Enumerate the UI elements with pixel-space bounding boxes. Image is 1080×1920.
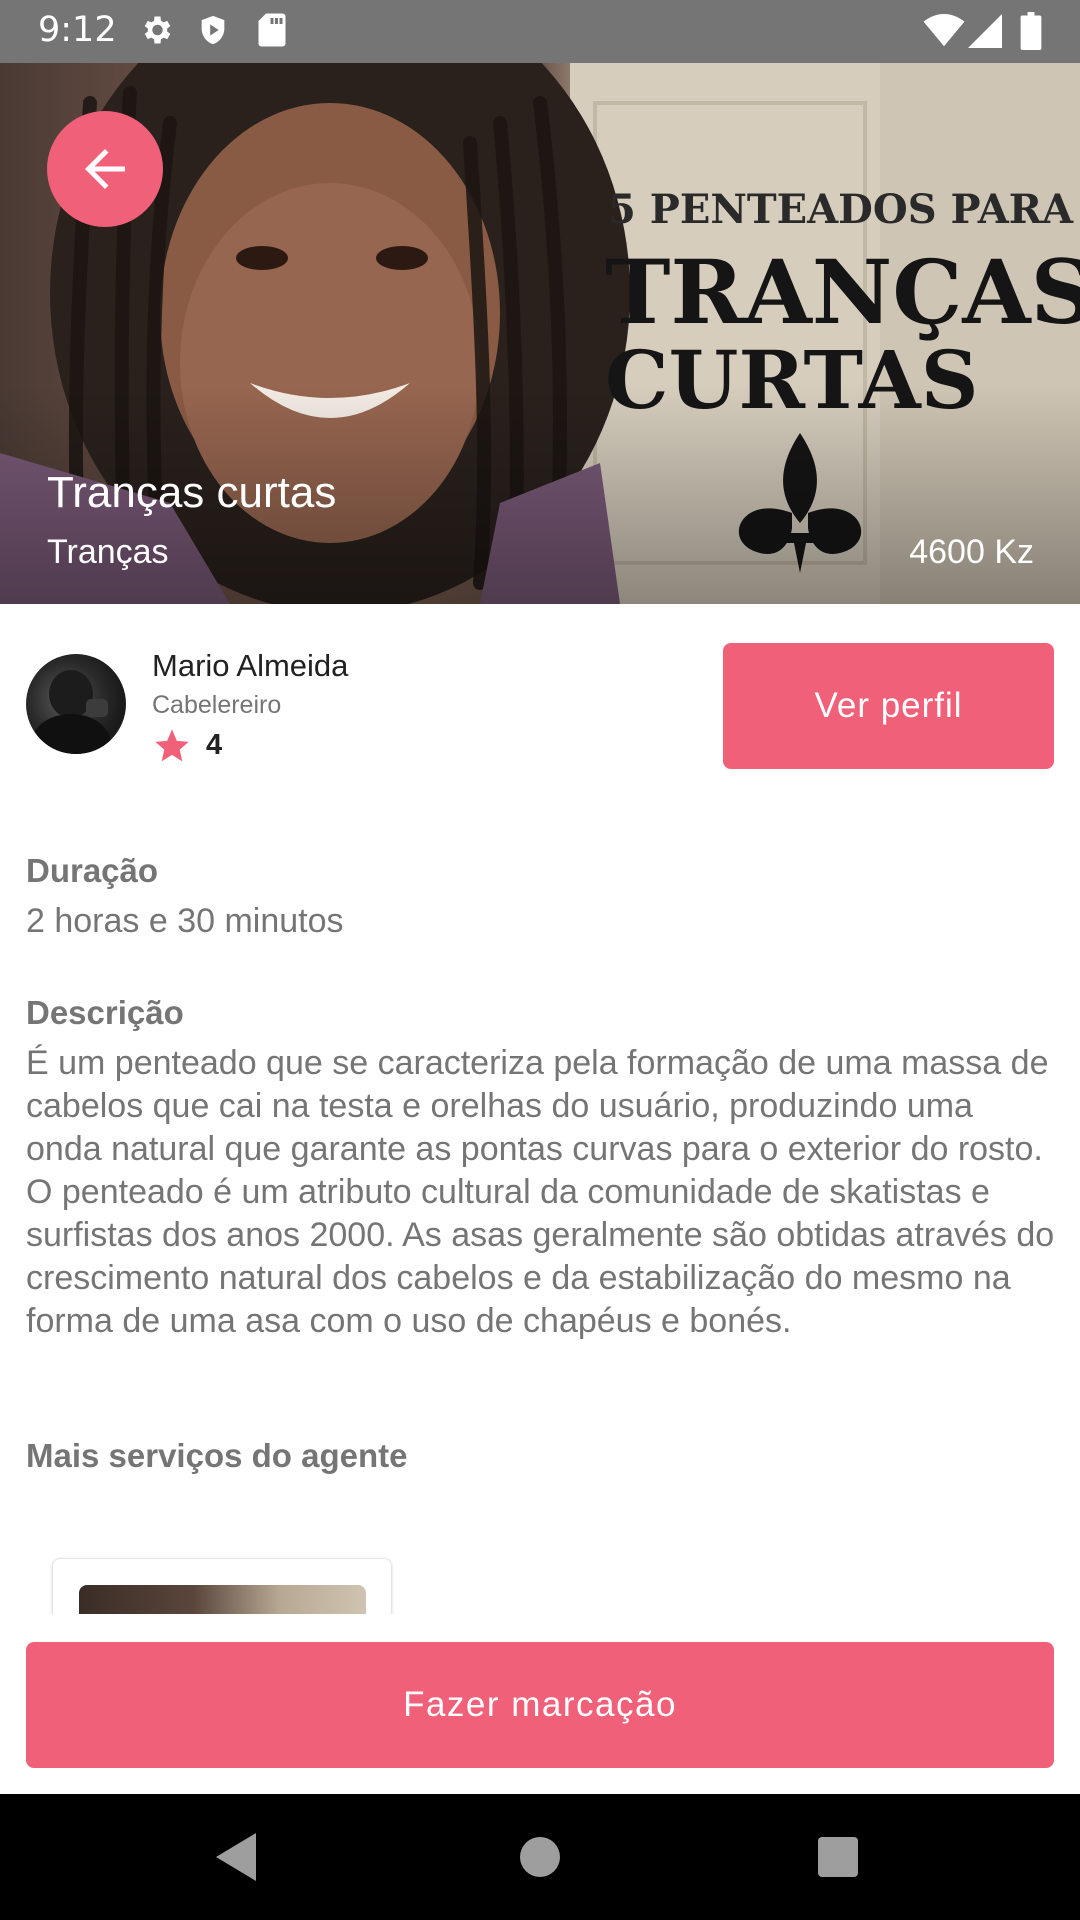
service-category: Tranças <box>47 533 169 571</box>
nav-recents-icon <box>818 1837 858 1877</box>
avatar[interactable] <box>26 654 126 754</box>
agent-role: Cabelereiro <box>152 691 282 719</box>
description-label: Descrição <box>26 994 184 1031</box>
shield-icon <box>201 15 225 45</box>
navigation-bar <box>0 1794 1080 1920</box>
hero-image-line1: 5 PENTEADOS PARA <box>608 186 1074 233</box>
nav-home-icon <box>520 1837 560 1877</box>
nav-back-button[interactable] <box>178 1794 298 1920</box>
battery-icon <box>1020 12 1042 50</box>
gear-icon <box>144 16 171 44</box>
service-title: Tranças curtas <box>47 468 337 517</box>
status-time: 9:12 <box>38 10 117 50</box>
book-appointment-button[interactable]: Fazer marcação <box>26 1642 1054 1768</box>
more-services-list <box>0 1540 1080 1614</box>
service-card[interactable] <box>52 1558 392 1614</box>
sd-card-icon <box>258 13 286 47</box>
agent-name: Mario Almeida <box>152 648 349 683</box>
duration-label: Duração <box>26 852 159 889</box>
hero-image: 5 PENTEADOS PARA TRANÇAS CURTAS Tranças … <box>0 63 1080 604</box>
back-button[interactable] <box>47 111 163 227</box>
view-profile-button[interactable]: Ver perfil <box>723 643 1054 769</box>
nav-back-icon <box>216 1833 256 1881</box>
rating-value: 4 <box>206 729 223 761</box>
arrow-left-icon <box>85 149 125 189</box>
star-icon <box>155 729 189 762</box>
service-thumbnail <box>79 1585 366 1614</box>
duration-value: 2 horas e 30 minutos <box>26 902 344 940</box>
hero-image-line2: TRANÇAS <box>605 240 1080 344</box>
description-text: É um penteado que se caracteriza pela fo… <box>26 1044 1055 1340</box>
nav-recents-button[interactable] <box>778 1794 898 1920</box>
more-services-label: Mais serviços do agente <box>26 1437 408 1474</box>
service-price: 4600 Kz <box>909 533 1034 571</box>
status-bar: 9:12 <box>0 0 1080 63</box>
avatar-photo <box>31 670 111 754</box>
wifi-icon <box>923 14 965 47</box>
cell-signal-icon <box>968 14 1002 48</box>
nav-home-button[interactable] <box>480 1794 600 1920</box>
